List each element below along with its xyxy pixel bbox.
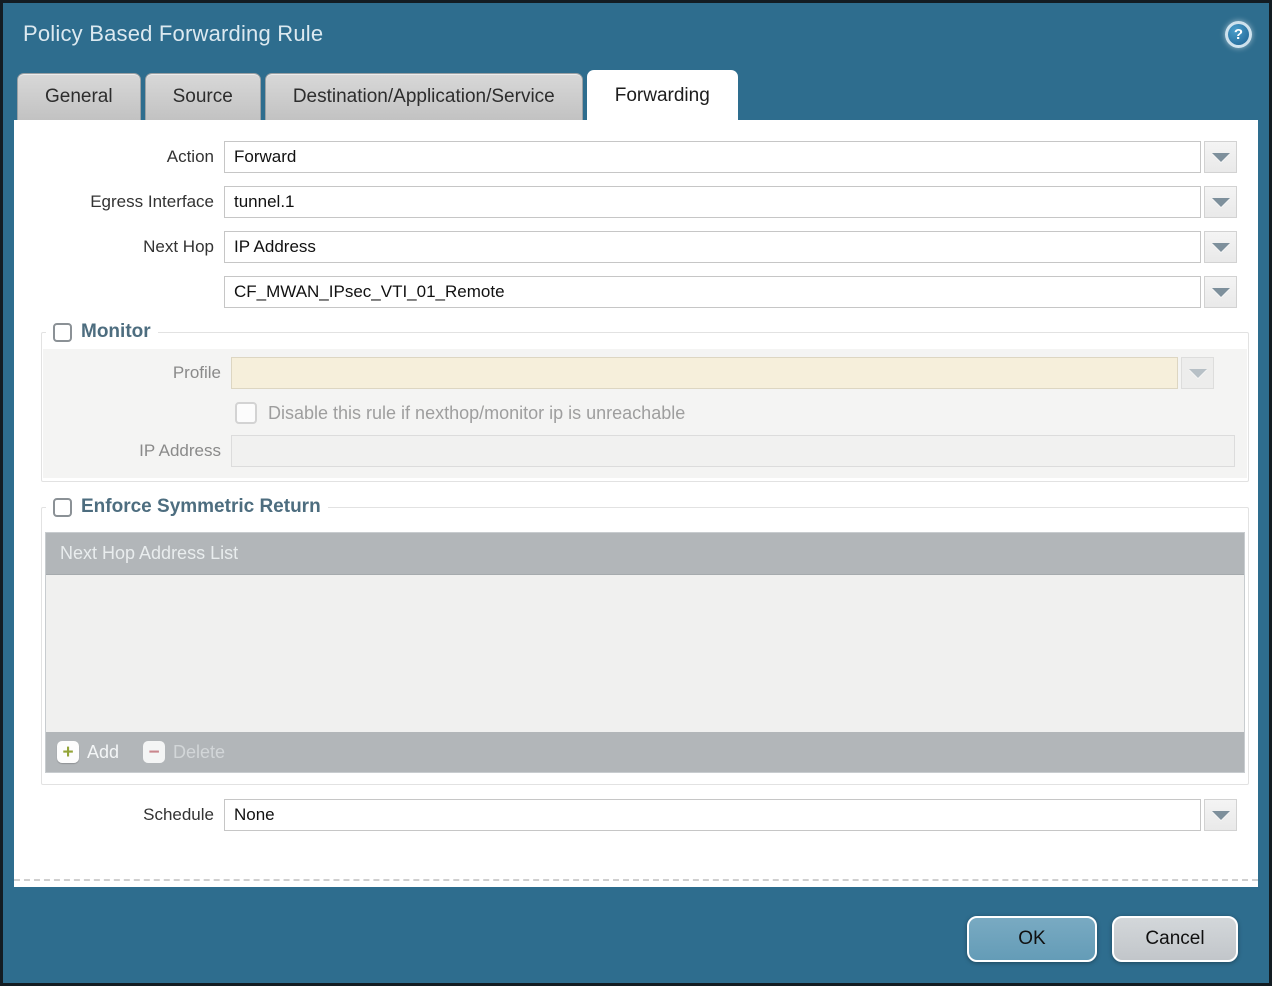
ok-button[interactable]: OK [967, 916, 1097, 962]
next-hop-address-combo: CF_MWAN_IPsec_VTI_01_Remote [224, 276, 1237, 308]
egress-interface-dropdown-button[interactable] [1204, 186, 1237, 218]
symmetric-return-legend: Enforce Symmetric Return [46, 496, 328, 518]
monitor-panel: Profile Disable this rule if nexthop/mon… [43, 349, 1247, 478]
next-hop-address-row: CF_MWAN_IPsec_VTI_01_Remote [14, 276, 1237, 308]
monitor-checkbox[interactable] [53, 323, 72, 342]
schedule-row: Schedule None [14, 799, 1237, 831]
cancel-button[interactable]: Cancel [1112, 916, 1238, 962]
schedule-combo: None [224, 799, 1237, 831]
next-hop-label: Next Hop [14, 237, 214, 257]
next-hop-address-value[interactable]: CF_MWAN_IPsec_VTI_01_Remote [224, 276, 1201, 308]
chevron-down-icon [1212, 153, 1230, 162]
egress-interface-combo: tunnel.1 [224, 186, 1237, 218]
tab-general[interactable]: General [17, 73, 141, 120]
action-value[interactable]: Forward [224, 141, 1201, 173]
delete-button-label: Delete [173, 742, 225, 763]
action-dropdown-button[interactable] [1204, 141, 1237, 173]
action-row: Action Forward [14, 141, 1237, 173]
tab-source[interactable]: Source [145, 73, 261, 120]
chevron-down-icon [1189, 369, 1207, 378]
egress-interface-label: Egress Interface [14, 192, 214, 212]
delete-button: − Delete [143, 741, 225, 763]
next-hop-row: Next Hop IP Address [14, 231, 1237, 263]
chevron-down-icon [1212, 288, 1230, 297]
disable-rule-row: Disable this rule if nexthop/monitor ip … [235, 402, 1247, 424]
next-hop-address-table: Next Hop Address List + Add − Delete [45, 532, 1245, 773]
forwarding-tab-panel: Action Forward Egress Interface tunnel.1… [14, 120, 1258, 887]
schedule-value[interactable]: None [224, 799, 1201, 831]
profile-value [231, 357, 1178, 389]
monitor-fieldset: Monitor Profile Disable this rule if nex… [41, 321, 1249, 482]
add-button[interactable]: + Add [57, 741, 119, 763]
plus-icon: + [57, 741, 79, 763]
next-hop-value[interactable]: IP Address [224, 231, 1201, 263]
next-hop-address-list-header: Next Hop Address List [46, 533, 1244, 575]
monitor-ip-row: IP Address [43, 435, 1235, 467]
minus-icon: − [143, 741, 165, 763]
chevron-down-icon [1212, 243, 1230, 252]
tab-destination-application-service[interactable]: Destination/Application/Service [265, 73, 583, 120]
egress-interface-value[interactable]: tunnel.1 [224, 186, 1201, 218]
next-hop-address-list-body[interactable] [46, 575, 1244, 732]
tab-bar: General Source Destination/Application/S… [3, 65, 1269, 120]
disable-rule-label: Disable this rule if nexthop/monitor ip … [268, 403, 685, 424]
policy-based-forwarding-dialog: Policy Based Forwarding Rule ? General S… [0, 0, 1272, 986]
monitor-legend-label: Monitor [81, 321, 151, 343]
next-hop-combo: IP Address [224, 231, 1237, 263]
profile-row: Profile [43, 357, 1214, 389]
dialog-footer: OK Cancel [3, 887, 1269, 962]
tab-forwarding[interactable]: Forwarding [587, 70, 738, 120]
egress-interface-row: Egress Interface tunnel.1 [14, 186, 1237, 218]
schedule-dropdown-button[interactable] [1204, 799, 1237, 831]
profile-combo [231, 357, 1214, 389]
add-button-label: Add [87, 742, 119, 763]
dialog-title: Policy Based Forwarding Rule [23, 21, 323, 47]
monitor-ip-value [231, 435, 1235, 467]
symmetric-return-legend-label: Enforce Symmetric Return [81, 496, 321, 518]
schedule-label: Schedule [14, 805, 214, 825]
dialog-titlebar: Policy Based Forwarding Rule ? [3, 3, 1269, 65]
chevron-down-icon [1212, 198, 1230, 207]
disable-rule-checkbox [235, 402, 257, 424]
symmetric-return-checkbox[interactable] [53, 498, 72, 517]
monitor-legend: Monitor [46, 321, 158, 343]
symmetric-return-fieldset: Enforce Symmetric Return Next Hop Addres… [41, 496, 1249, 785]
monitor-ip-label: IP Address [43, 441, 221, 461]
help-icon[interactable]: ? [1225, 21, 1252, 48]
chevron-down-icon [1212, 811, 1230, 820]
action-label: Action [14, 147, 214, 167]
next-hop-dropdown-button[interactable] [1204, 231, 1237, 263]
profile-dropdown-button [1181, 357, 1214, 389]
next-hop-address-dropdown-button[interactable] [1204, 276, 1237, 308]
table-toolbar: + Add − Delete [46, 732, 1244, 772]
profile-label: Profile [43, 363, 221, 383]
resize-separator [14, 879, 1258, 881]
action-combo: Forward [224, 141, 1237, 173]
